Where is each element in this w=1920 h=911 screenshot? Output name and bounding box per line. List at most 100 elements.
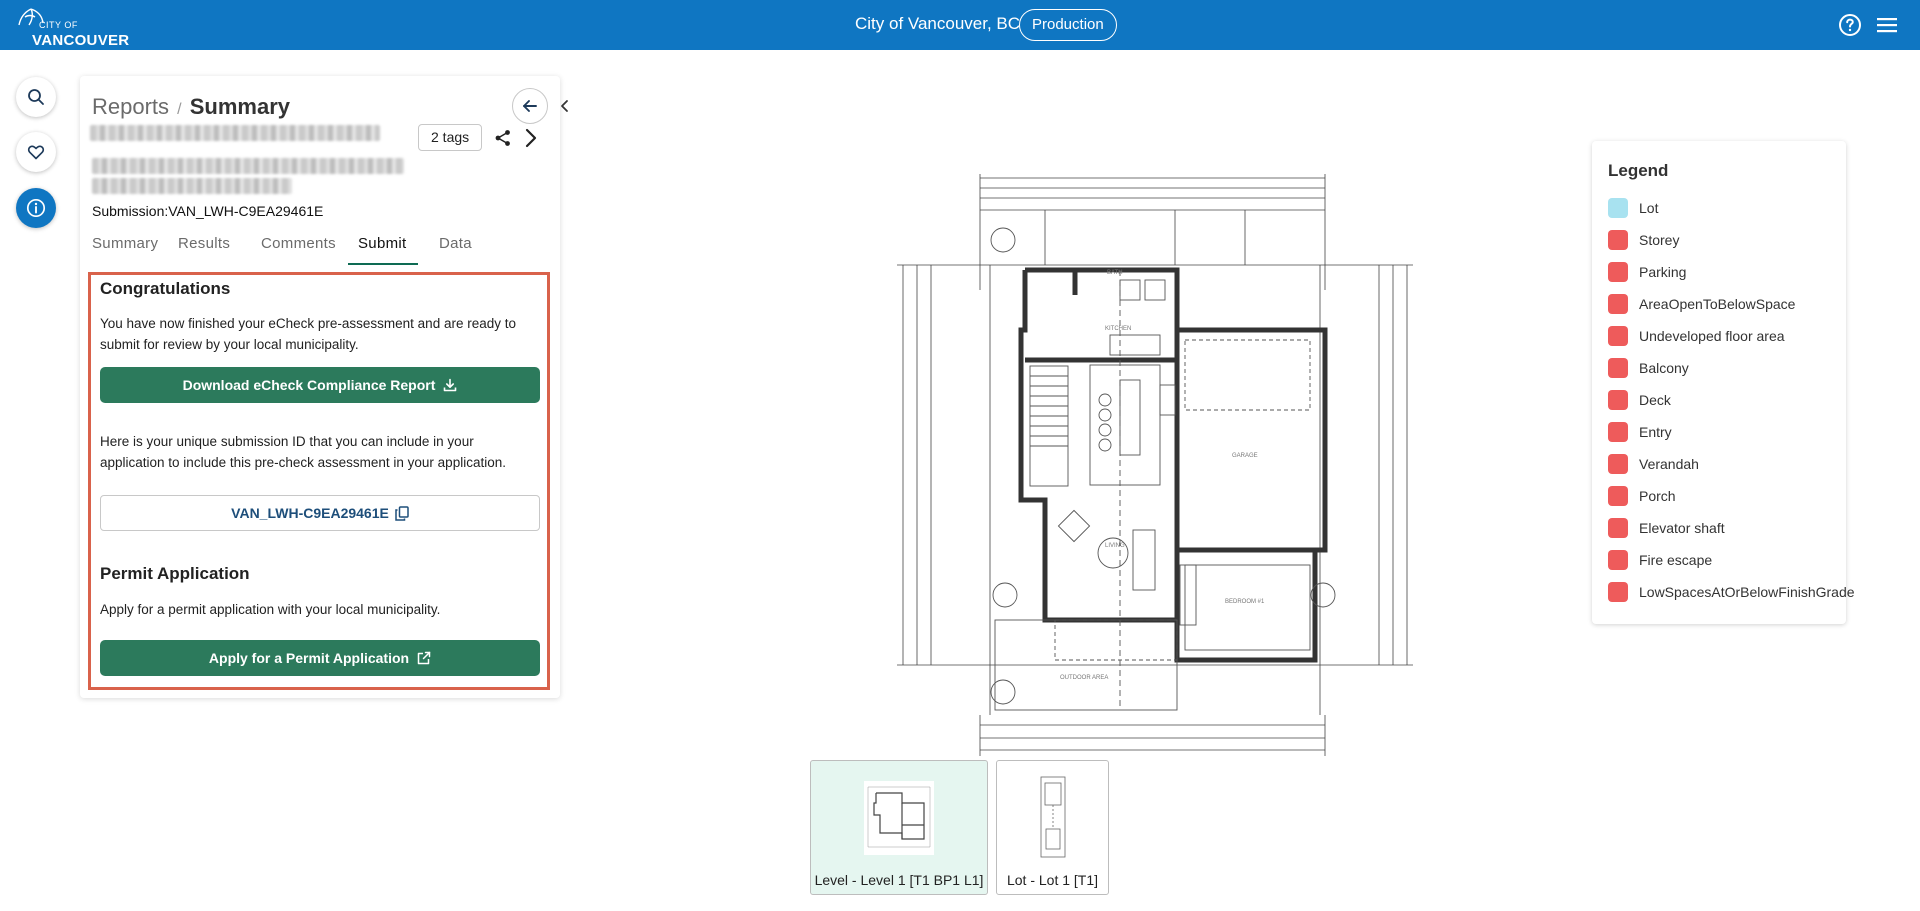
legend-item-areaopentobelowspace[interactable]: AreaOpenToBelowSpace — [1608, 294, 1795, 314]
heart-icon — [27, 145, 45, 160]
legend-item-label: Porch — [1639, 488, 1676, 504]
info-button[interactable] — [16, 188, 56, 228]
legend-item-storey[interactable]: Storey — [1608, 230, 1679, 250]
copy-submission-id-button[interactable]: VAN_LWH-C9EA29461E — [100, 495, 540, 531]
legend-swatch — [1608, 454, 1628, 474]
tags-button[interactable]: 2 tags — [418, 124, 483, 151]
legend-swatch — [1608, 358, 1628, 378]
legend-item-balcony[interactable]: Balcony — [1608, 358, 1689, 378]
floor-plan-drawing[interactable]: KITCHEN BATH GARAGE LIVING BEDROOM #1 OU… — [895, 170, 1415, 760]
info-icon — [26, 198, 46, 218]
legend-swatch — [1608, 230, 1628, 250]
legend-item-label: Deck — [1639, 392, 1671, 408]
level-thumbnail-label: Level - Level 1 [T1 BP1 L1] — [814, 872, 984, 888]
submission-label: Submission:VAN_LWH-C9EA29461E — [92, 203, 324, 219]
download-icon — [444, 378, 457, 392]
submission-id-text: Here is your unique submission ID that y… — [100, 434, 506, 470]
lot-plan-preview — [1032, 773, 1073, 861]
legend-item-label: Lot — [1639, 200, 1659, 216]
legend-swatch — [1608, 518, 1628, 538]
permit-application-heading: Permit Application — [100, 564, 250, 583]
share-icon[interactable] — [493, 128, 513, 148]
tab-submit[interactable]: Submit — [358, 235, 407, 252]
legend-item-elevator-shaft[interactable]: Elevator shaft — [1608, 518, 1725, 538]
legend-item-label: Balcony — [1639, 360, 1689, 376]
submission-id-value: VAN_LWH-C9EA29461E — [231, 505, 389, 521]
breadcrumb-current: Summary — [189, 94, 291, 119]
legend-swatch — [1608, 390, 1628, 410]
legend-swatch — [1608, 550, 1628, 570]
legend-item-deck[interactable]: Deck — [1608, 390, 1671, 410]
chevron-right-icon[interactable] — [521, 127, 541, 149]
chevron-left-icon — [561, 100, 568, 112]
redacted-address-line — [92, 158, 404, 174]
redacted-address-line — [92, 178, 292, 194]
menu-icon[interactable] — [1876, 14, 1898, 36]
logo-line1: CITY OF — [39, 20, 78, 30]
city-logo[interactable]: CITY OF VANCOUVER — [15, 5, 129, 49]
plan-label: BEDROOM #1 — [1225, 599, 1265, 605]
back-button[interactable] — [512, 88, 548, 124]
favorites-button[interactable] — [16, 132, 56, 172]
legend-swatch — [1608, 294, 1628, 314]
legend-item-label: LowSpacesAtOrBelowFinishGrade — [1639, 584, 1855, 600]
plan-label: GARAGE — [1232, 453, 1258, 459]
lot-thumbnail-label: Lot - Lot 1 [T1] — [1006, 872, 1099, 888]
legend-item-label: Storey — [1639, 232, 1680, 248]
legend-item-parking[interactable]: Parking — [1608, 262, 1686, 282]
legend-item-lowspacesatorbelowfinishgrade[interactable]: LowSpacesAtOrBelowFinishGrade — [1608, 582, 1855, 602]
plan-label: OUTDOOR AREA — [1060, 675, 1108, 681]
legend-item-label: Entry — [1639, 424, 1672, 440]
plan-label: BATH — [1107, 270, 1123, 276]
level-plan-preview — [864, 781, 934, 855]
breadcrumb-separator: / — [177, 101, 182, 118]
legend-item-lot[interactable]: Lot — [1608, 198, 1658, 218]
level-thumbnail[interactable]: Level - Level 1 [T1 BP1 L1] — [810, 760, 988, 895]
copy-icon — [395, 505, 409, 521]
tab-summary[interactable]: Summary — [92, 235, 158, 252]
legend-title: Legend — [1608, 161, 1669, 180]
lot-thumbnail[interactable]: Lot - Lot 1 [T1] — [996, 760, 1109, 895]
congratulations-heading: Congratulations — [100, 279, 231, 298]
legend-item-porch[interactable]: Porch — [1608, 486, 1676, 506]
congratulations-text: You have now finished your eCheck pre-as… — [100, 316, 516, 352]
legend-item-label: Fire escape — [1639, 552, 1713, 568]
environment-badge[interactable]: Production — [1019, 9, 1117, 41]
help-icon[interactable] — [1838, 13, 1862, 37]
active-tab-indicator — [348, 263, 418, 265]
legend-item-label: Verandah — [1639, 456, 1699, 472]
legend-swatch — [1608, 262, 1628, 282]
tab-data[interactable]: Data — [439, 235, 472, 252]
collapse-panel-button[interactable] — [555, 94, 575, 118]
legend-item-entry[interactable]: Entry — [1608, 422, 1672, 442]
legend-item-label: AreaOpenToBelowSpace — [1639, 296, 1796, 312]
report-panel: Reports / Summary 2 tags Submission:VAN_… — [80, 76, 568, 698]
legend-item-verandah[interactable]: Verandah — [1608, 454, 1699, 474]
download-report-button[interactable]: Download eCheck Compliance Report — [100, 367, 540, 403]
legend-swatch — [1608, 486, 1628, 506]
apply-permit-button[interactable]: Apply for a Permit Application — [100, 640, 540, 676]
tab-comments[interactable]: Comments — [261, 235, 336, 252]
external-link-icon — [417, 651, 431, 665]
legend-item-label: Undeveloped floor area — [1639, 328, 1785, 344]
download-report-label: Download eCheck Compliance Report — [182, 377, 436, 393]
breadcrumb-reports[interactable]: Reports — [92, 94, 169, 119]
legend-item-fire-escape[interactable]: Fire escape — [1608, 550, 1712, 570]
legend-swatch — [1608, 198, 1628, 218]
arrow-left-icon — [523, 100, 537, 112]
permit-application-text: Apply for a permit application with your… — [100, 602, 441, 617]
legend-panel: Legend Lot Storey Parking AreaOpenToBelowSp… — [1592, 141, 1855, 624]
search-icon — [28, 89, 44, 105]
plan-label: KITCHEN — [1105, 326, 1131, 332]
search-button[interactable] — [16, 77, 56, 117]
legend-item-label: Parking — [1639, 264, 1687, 280]
redacted-address-line — [90, 125, 380, 141]
plan-label: LIVING — [1105, 543, 1125, 549]
legend-swatch — [1608, 422, 1628, 442]
top-bar: CITY OF VANCOUVER City of Vancouver, BC … — [0, 0, 1920, 50]
tab-results[interactable]: Results — [178, 235, 230, 252]
legend-item-label: Elevator shaft — [1639, 520, 1725, 536]
breadcrumb: Reports / Summary — [92, 94, 290, 120]
legend-item-undeveloped-floor-area[interactable]: Undeveloped floor area — [1608, 326, 1785, 346]
app-title: City of Vancouver, BC — [855, 14, 1021, 33]
